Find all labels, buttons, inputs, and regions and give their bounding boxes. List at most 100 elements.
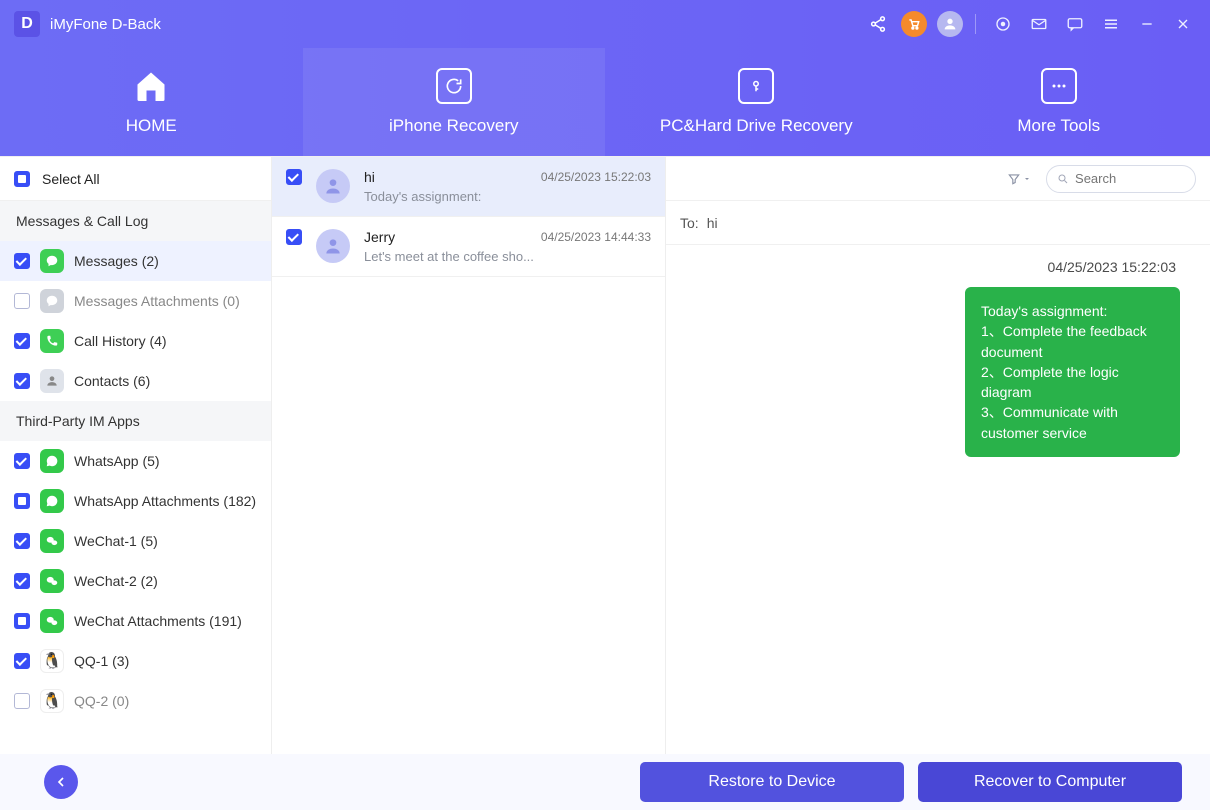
wechat-icon [40, 569, 64, 593]
checkbox[interactable] [14, 253, 30, 269]
whatsapp-attachments-icon [40, 489, 64, 513]
tab-pc-recovery[interactable]: PC&Hard Drive Recovery [605, 48, 908, 156]
sidebar-group-thirdparty: Third-Party IM Apps [0, 401, 271, 441]
minimize-button[interactable] [1134, 11, 1160, 37]
chat-to-label: To: [680, 215, 699, 231]
main-content: Select All Messages & Call Log Messages … [0, 156, 1210, 754]
sidebar-item-qq-1[interactable]: 🐧 QQ-1 (3) [0, 641, 271, 681]
phone-refresh-icon [436, 68, 472, 104]
sidebar-item-wechat-1[interactable]: WeChat-1 (5) [0, 521, 271, 561]
close-button[interactable] [1170, 11, 1196, 37]
checkbox[interactable] [286, 229, 302, 245]
checkbox[interactable] [14, 293, 30, 309]
conversation-list: hi 04/25/2023 15:22:03 Today's assignmen… [272, 157, 666, 754]
sidebar-item-label: Messages (2) [74, 253, 257, 269]
restore-to-device-button[interactable]: Restore to Device [640, 762, 904, 802]
conversation-row[interactable]: Jerry 04/25/2023 14:44:33 Let's meet at … [272, 217, 665, 277]
key-icon [738, 68, 774, 104]
phone-icon [40, 329, 64, 353]
search-icon [1057, 172, 1069, 186]
titlebar: D iMyFone D-Back [0, 0, 1210, 48]
tab-more-tools-label: More Tools [1017, 116, 1100, 136]
main-nav-tabs: HOME iPhone Recovery PC&Hard Drive Recov… [0, 48, 1210, 156]
select-all-label: Select All [42, 171, 100, 187]
conversation-row[interactable]: hi 04/25/2023 15:22:03 Today's assignmen… [272, 157, 665, 217]
tab-pc-recovery-label: PC&Hard Drive Recovery [660, 116, 853, 136]
sidebar-item-whatsapp[interactable]: WhatsApp (5) [0, 441, 271, 481]
conversation-name: Jerry [364, 229, 395, 245]
checkbox[interactable] [14, 533, 30, 549]
cart-icon[interactable] [901, 11, 927, 37]
sidebar-item-label: Call History (4) [74, 333, 257, 349]
sidebar-item-label: Contacts (6) [74, 373, 257, 389]
mail-icon[interactable] [1026, 11, 1052, 37]
chat-panel: To: hi 04/25/2023 15:22:03 Today's assig… [666, 157, 1210, 754]
tab-home[interactable]: HOME [0, 48, 303, 156]
sidebar-item-wechat-attachments[interactable]: WeChat Attachments (191) [0, 601, 271, 641]
right-toolbar [666, 157, 1210, 201]
sidebar-item-wechat-2[interactable]: WeChat-2 (2) [0, 561, 271, 601]
avatar-icon [316, 229, 350, 263]
search-input[interactable] [1075, 171, 1185, 186]
checkbox[interactable] [286, 169, 302, 185]
checkbox[interactable] [14, 493, 30, 509]
sidebar-item-label: WhatsApp Attachments (182) [74, 493, 257, 509]
search-box[interactable] [1046, 165, 1196, 193]
tab-home-label: HOME [126, 116, 177, 136]
sidebar-item-label: QQ-1 (3) [74, 653, 257, 669]
messages-attachments-icon [40, 289, 64, 313]
sidebar-item-contacts[interactable]: Contacts (6) [0, 361, 271, 401]
sidebar-item-messages[interactable]: Messages (2) [0, 241, 271, 281]
sidebar-item-label: WeChat-2 (2) [74, 573, 257, 589]
messages-icon [40, 249, 64, 273]
checkbox[interactable] [14, 373, 30, 389]
checkbox[interactable] [14, 693, 30, 709]
sidebar-item-label: QQ-2 (0) [74, 693, 257, 709]
sidebar-item-call-history[interactable]: Call History (4) [0, 321, 271, 361]
sidebar-item-messages-attachments[interactable]: Messages Attachments (0) [0, 281, 271, 321]
conversation-time: 04/25/2023 15:22:03 [541, 170, 651, 184]
tab-more-tools[interactable]: More Tools [908, 48, 1210, 156]
share-icon[interactable] [865, 11, 891, 37]
checkbox[interactable] [14, 453, 30, 469]
chat-to-value: hi [707, 215, 718, 231]
checkbox[interactable] [14, 573, 30, 589]
sidebar-item-whatsapp-attachments[interactable]: WhatsApp Attachments (182) [0, 481, 271, 521]
conversation-preview: Today's assignment: [364, 189, 651, 204]
qq-icon: 🐧 [40, 649, 64, 673]
wechat-attachments-icon [40, 609, 64, 633]
checkbox[interactable] [14, 653, 30, 669]
sidebar-item-qq-2[interactable]: 🐧 QQ-2 (0) [0, 681, 271, 721]
home-icon [133, 68, 169, 104]
conversation-time: 04/25/2023 14:44:33 [541, 230, 651, 244]
app-title: iMyFone D-Back [50, 16, 161, 33]
sidebar-item-label: WeChat-1 (5) [74, 533, 257, 549]
footer: Restore to Device Recover to Computer [0, 754, 1210, 810]
sidebar: Select All Messages & Call Log Messages … [0, 157, 272, 754]
chat-timestamp: 04/25/2023 15:22:03 [696, 259, 1180, 275]
chevron-down-icon [1023, 175, 1031, 183]
checkbox[interactable] [14, 333, 30, 349]
chat-icon[interactable] [1062, 11, 1088, 37]
tab-iphone-recovery-label: iPhone Recovery [389, 116, 518, 136]
whatsapp-icon [40, 449, 64, 473]
app-logo: D [14, 11, 40, 37]
recover-to-computer-button[interactable]: Recover to Computer [918, 762, 1182, 802]
chat-body: 04/25/2023 15:22:03 Today's assignment: … [666, 245, 1210, 754]
user-avatar-icon[interactable] [937, 11, 963, 37]
select-all-row[interactable]: Select All [0, 157, 271, 201]
select-all-checkbox[interactable] [14, 171, 30, 187]
target-icon[interactable] [990, 11, 1016, 37]
conversation-preview: Let's meet at the coffee sho... [364, 249, 651, 264]
back-button[interactable] [44, 765, 78, 799]
tab-iphone-recovery[interactable]: iPhone Recovery [303, 48, 606, 156]
conversation-name: hi [364, 169, 375, 185]
checkbox[interactable] [14, 613, 30, 629]
sidebar-item-label: Messages Attachments (0) [74, 293, 257, 309]
menu-icon[interactable] [1098, 11, 1124, 37]
contacts-icon [40, 369, 64, 393]
sidebar-item-label: WeChat Attachments (191) [74, 613, 257, 629]
more-icon [1041, 68, 1077, 104]
filter-button[interactable] [1004, 167, 1034, 191]
chat-bubble: Today's assignment: 1、Complete the feedb… [965, 287, 1180, 457]
